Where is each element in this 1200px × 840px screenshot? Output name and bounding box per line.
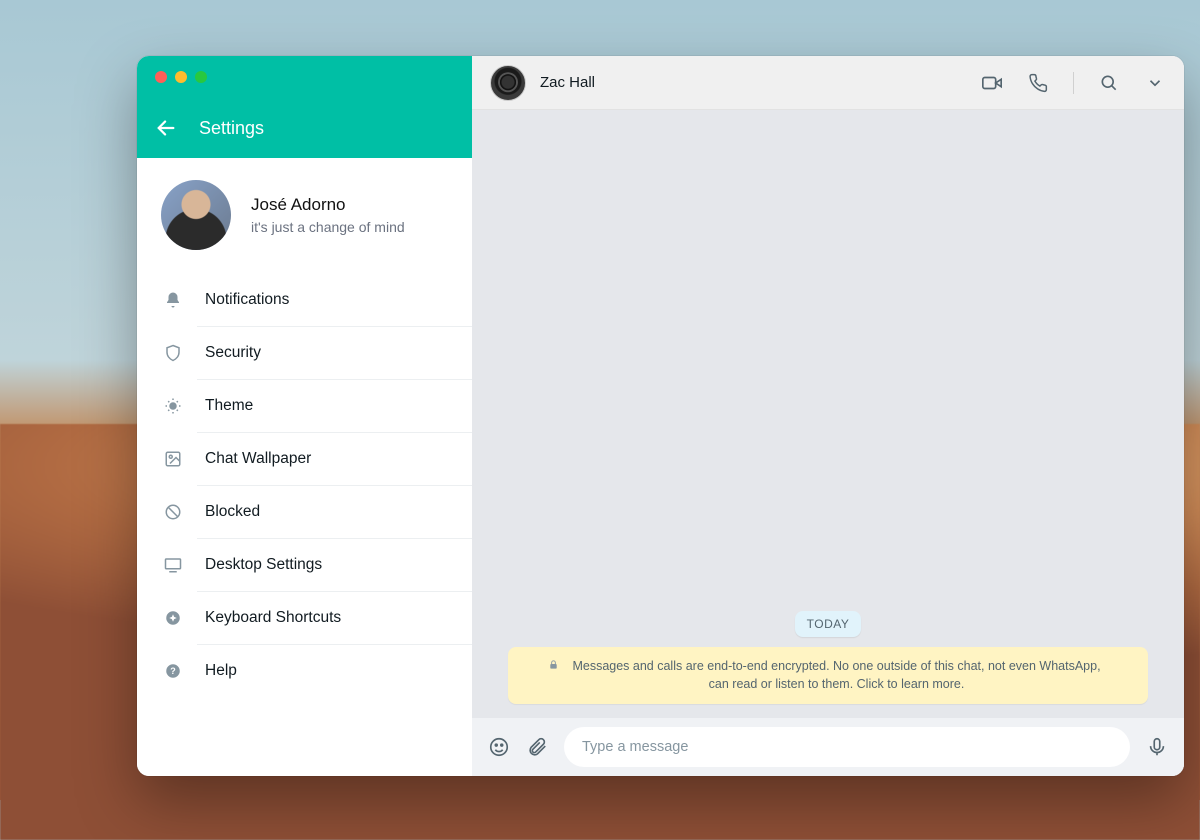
profile-avatar bbox=[161, 180, 231, 250]
microphone-icon bbox=[1146, 736, 1168, 758]
video-icon bbox=[981, 72, 1003, 94]
menu-item-help[interactable]: ? Help bbox=[197, 644, 472, 697]
encryption-text: Messages and calls are end-to-end encryp… bbox=[565, 657, 1108, 695]
message-placeholder: Type a message bbox=[582, 739, 688, 755]
menu-label: Security bbox=[205, 344, 261, 362]
profile-section[interactable]: José Adorno it's just a change of mind bbox=[137, 158, 472, 268]
contact-name[interactable]: Zac Hall bbox=[540, 74, 967, 91]
menu-item-desktop[interactable]: Desktop Settings bbox=[197, 538, 472, 591]
menu-label: Help bbox=[205, 662, 237, 680]
keyboard-icon bbox=[163, 608, 183, 628]
menu-label: Desktop Settings bbox=[205, 556, 322, 574]
back-button[interactable] bbox=[155, 117, 177, 139]
wallpaper-icon bbox=[163, 449, 183, 469]
voice-message-button[interactable] bbox=[1146, 736, 1168, 758]
emoji-button[interactable] bbox=[488, 736, 510, 758]
voice-call-button[interactable] bbox=[1027, 72, 1049, 94]
close-window-button[interactable] bbox=[155, 71, 167, 83]
menu-item-shortcuts[interactable]: Keyboard Shortcuts bbox=[197, 591, 472, 644]
menu-label: Keyboard Shortcuts bbox=[205, 609, 341, 627]
sidebar-header: Settings bbox=[137, 56, 472, 158]
message-input[interactable]: Type a message bbox=[564, 727, 1130, 767]
emoji-icon bbox=[488, 735, 510, 759]
app-window: Settings José Adorno it's just a change … bbox=[137, 56, 1184, 776]
sidebar-title: Settings bbox=[199, 118, 264, 139]
divider bbox=[1073, 72, 1074, 94]
lock-icon bbox=[548, 659, 559, 670]
arrow-left-icon bbox=[155, 117, 177, 139]
menu-item-blocked[interactable]: Blocked bbox=[197, 485, 472, 538]
header-actions bbox=[981, 72, 1166, 94]
shield-icon bbox=[163, 343, 183, 363]
menu-item-theme[interactable]: Theme bbox=[197, 379, 472, 432]
chat-body: TODAY Messages and calls are end-to-end … bbox=[472, 110, 1184, 718]
menu-item-security[interactable]: Security bbox=[197, 326, 472, 379]
profile-status: it's just a change of mind bbox=[251, 219, 405, 235]
settings-sidebar: Settings José Adorno it's just a change … bbox=[137, 56, 472, 776]
bell-icon bbox=[163, 290, 183, 310]
help-icon: ? bbox=[163, 661, 183, 681]
zoom-window-button[interactable] bbox=[195, 71, 207, 83]
search-button[interactable] bbox=[1098, 72, 1120, 94]
paperclip-icon bbox=[526, 736, 548, 758]
settings-menu: Notifications Security Theme Chat Wallpa… bbox=[137, 268, 472, 697]
desktop-icon bbox=[163, 555, 183, 575]
blocked-icon bbox=[163, 502, 183, 522]
minimize-window-button[interactable] bbox=[175, 71, 187, 83]
menu-label: Notifications bbox=[205, 291, 289, 309]
video-call-button[interactable] bbox=[981, 72, 1003, 94]
search-icon bbox=[1099, 73, 1119, 93]
svg-text:?: ? bbox=[170, 666, 176, 676]
menu-label: Chat Wallpaper bbox=[205, 450, 311, 468]
contact-avatar[interactable] bbox=[490, 65, 526, 101]
attach-button[interactable] bbox=[526, 736, 548, 758]
chat-panel: Zac Hall TODAY bbox=[472, 56, 1184, 776]
menu-label: Theme bbox=[205, 397, 253, 415]
phone-icon bbox=[1028, 73, 1048, 93]
theme-icon bbox=[163, 396, 183, 416]
chevron-down-icon bbox=[1146, 74, 1164, 92]
date-pill: TODAY bbox=[795, 611, 862, 637]
menu-item-wallpaper[interactable]: Chat Wallpaper bbox=[197, 432, 472, 485]
encryption-notice[interactable]: Messages and calls are end-to-end encryp… bbox=[508, 647, 1148, 705]
menu-label: Blocked bbox=[205, 503, 260, 521]
message-composer: Type a message bbox=[472, 718, 1184, 776]
window-controls bbox=[137, 56, 472, 98]
menu-item-notifications[interactable]: Notifications bbox=[137, 274, 472, 326]
chat-header: Zac Hall bbox=[472, 56, 1184, 110]
menu-button[interactable] bbox=[1144, 72, 1166, 94]
profile-name: José Adorno bbox=[251, 195, 405, 215]
